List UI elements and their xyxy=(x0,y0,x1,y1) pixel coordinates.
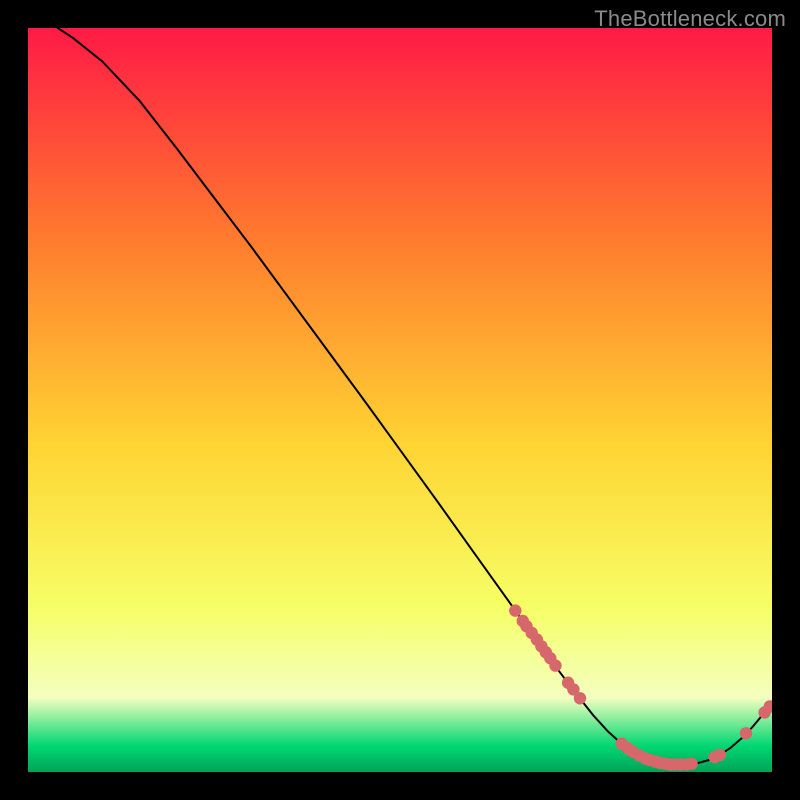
bottleneck-chart xyxy=(28,28,772,772)
data-point xyxy=(574,692,586,704)
data-point xyxy=(509,604,521,616)
data-point xyxy=(714,749,726,761)
gradient-background xyxy=(28,28,772,772)
chart-stage: TheBottleneck.com xyxy=(0,0,800,800)
data-point xyxy=(549,659,561,671)
data-point xyxy=(740,727,752,739)
data-point xyxy=(685,758,697,770)
